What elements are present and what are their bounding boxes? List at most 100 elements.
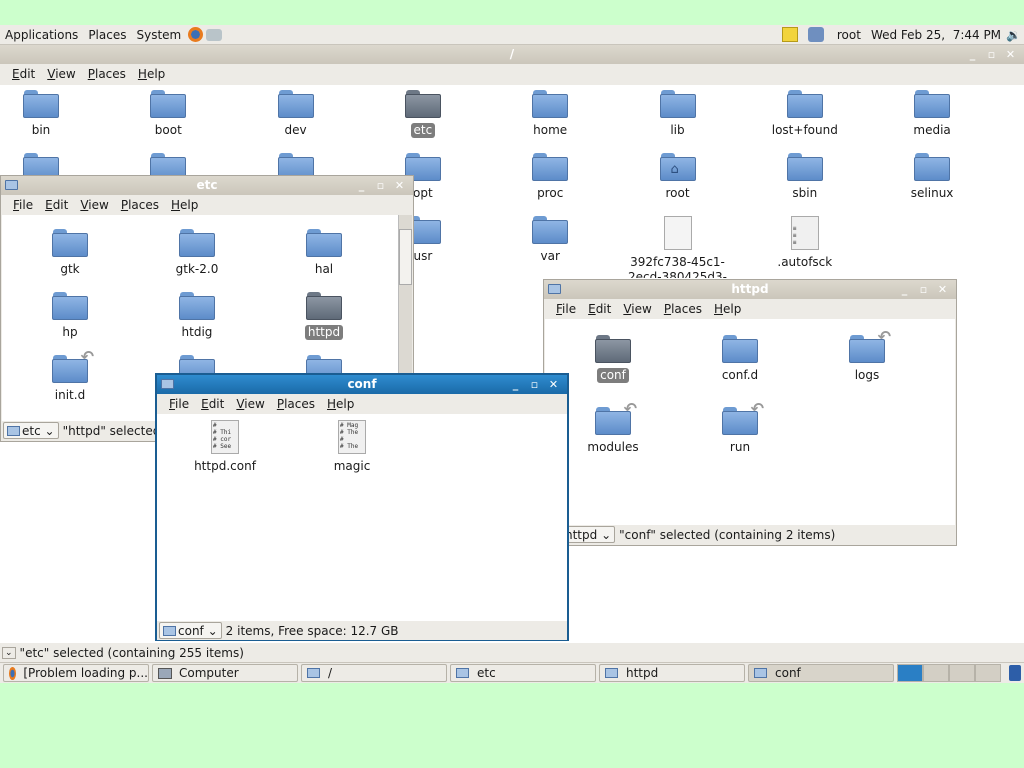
file-item[interactable]: dev	[236, 90, 356, 138]
chevron-down-icon[interactable]: ⌄	[2, 646, 16, 659]
minimize-button[interactable]: _	[352, 177, 371, 194]
menu-places[interactable]: Places	[115, 198, 165, 212]
workspace-1[interactable]	[897, 664, 923, 682]
file-item[interactable]: ⌂ root	[618, 153, 738, 201]
file-item[interactable]: ↶ logs	[807, 327, 927, 383]
close-button[interactable]: ✕	[544, 376, 563, 393]
close-button[interactable]: ✕	[933, 281, 952, 298]
applications-menu[interactable]: Applications	[0, 28, 83, 42]
menu-help[interactable]: Help	[321, 397, 360, 411]
file-item[interactable]: proc	[490, 153, 610, 201]
places-menu[interactable]: Places	[83, 28, 131, 42]
title-bar[interactable]: httpd _ ▫ ✕	[544, 280, 956, 299]
file-item[interactable]: # Mag # The # # The magic	[292, 420, 412, 474]
file-item[interactable]: lost+found	[745, 90, 865, 138]
network-icon[interactable]	[807, 27, 824, 42]
menu-places[interactable]: Places	[271, 397, 321, 411]
menu-view[interactable]: View	[617, 302, 657, 316]
workspace-2[interactable]	[923, 664, 949, 682]
menu-edit[interactable]: Edit	[6, 67, 41, 81]
file-item[interactable]: httpd	[264, 292, 384, 340]
status-bar: httpd ⌄ "conf" selected (containing 2 it…	[544, 525, 956, 544]
menu-help[interactable]: Help	[132, 67, 171, 81]
title-bar[interactable]: / _ ▫ ✕	[0, 45, 1024, 64]
menu-file[interactable]: File	[7, 198, 39, 212]
task-button[interactable]: [Problem loading p...	[3, 664, 149, 682]
menu-edit[interactable]: Edit	[39, 198, 74, 212]
maximize-button[interactable]: ▫	[525, 376, 544, 393]
file-item[interactable]: conf.d	[680, 335, 800, 383]
file-item[interactable]: ↶ run	[680, 399, 800, 455]
menu-edit[interactable]: Edit	[195, 397, 230, 411]
file-item[interactable]: gtk-2.0	[137, 229, 257, 277]
title-bar[interactable]: etc _ ▫ ✕	[1, 176, 413, 195]
file-item[interactable]: # # Thi # cor # See httpd.conf	[165, 420, 285, 474]
location-dropdown[interactable]: etc ⌄	[3, 422, 59, 439]
maximize-button[interactable]: ▫	[914, 281, 933, 298]
folder-icon	[150, 90, 187, 118]
maximize-button[interactable]: ▫	[371, 177, 390, 194]
firefox-icon[interactable]	[188, 27, 204, 42]
file-item[interactable]: var	[490, 216, 610, 264]
file-item[interactable]: home	[490, 90, 610, 138]
file-item[interactable]: sbin	[745, 153, 865, 201]
minimize-button[interactable]: _	[506, 376, 525, 393]
file-label: var	[540, 249, 560, 263]
minimize-button[interactable]: _	[963, 46, 982, 63]
menu-file[interactable]: File	[550, 302, 582, 316]
folder-icon	[179, 229, 215, 257]
file-label: .autofsck	[777, 255, 833, 269]
menu-places[interactable]: Places	[658, 302, 708, 316]
task-button[interactable]: /	[301, 664, 447, 682]
file-item[interactable]: hal	[264, 229, 384, 277]
file-item[interactable]: ↶ modules	[553, 399, 673, 455]
menu-help[interactable]: Help	[708, 302, 747, 316]
task-button[interactable]: conf	[748, 664, 894, 682]
file-view[interactable]: # # Thi # cor # See httpd.conf # Mag # The # # T…	[157, 414, 567, 621]
notes-icon[interactable]	[781, 27, 798, 42]
file-item[interactable]: 392fc738-45c1-2ecd-380425d3-	[623, 216, 733, 278]
workspace-switcher[interactable]	[897, 664, 1001, 682]
task-button[interactable]: httpd	[599, 664, 745, 682]
volume-icon[interactable]: 🔉	[1006, 28, 1021, 42]
location-dropdown[interactable]: conf ⌄	[159, 622, 222, 639]
trash-icon[interactable]	[1009, 665, 1021, 681]
file-item[interactable]: etc	[363, 90, 483, 138]
file-label: run	[729, 440, 751, 454]
menu-edit[interactable]: Edit	[582, 302, 617, 316]
close-button[interactable]: ✕	[1001, 46, 1020, 63]
clock[interactable]: Wed Feb 25, 7:44 PM	[866, 28, 1006, 42]
file-item[interactable]: hp	[10, 292, 130, 340]
task-label: conf	[775, 666, 801, 680]
file-item[interactable]: conf	[553, 335, 673, 383]
task-button[interactable]: Computer	[152, 664, 298, 682]
file-item[interactable]: boot	[108, 90, 228, 138]
minimize-button[interactable]: _	[895, 281, 914, 298]
workspace-3[interactable]	[949, 664, 975, 682]
network-config-icon[interactable]	[206, 28, 223, 41]
menu-places[interactable]: Places	[82, 67, 132, 81]
file-item[interactable]: ≡ ≡ ≡ .autofsck	[745, 216, 865, 270]
menu-view[interactable]: View	[74, 198, 114, 212]
title-bar[interactable]: conf _ ▫ ✕	[157, 375, 567, 394]
file-item[interactable]: htdig	[137, 292, 257, 340]
menu-view[interactable]: View	[230, 397, 270, 411]
system-menu[interactable]: System	[131, 28, 186, 42]
file-label: gtk-2.0	[175, 262, 219, 276]
menu-view[interactable]: View	[41, 67, 81, 81]
file-item[interactable]: lib	[618, 90, 738, 138]
task-button[interactable]: etc	[450, 664, 596, 682]
maximize-button[interactable]: ▫	[982, 46, 1001, 63]
taskbar: [Problem loading p... Computer / etc httpd co…	[0, 662, 1024, 683]
file-item[interactable]: gtk	[10, 229, 130, 277]
folder-icon	[7, 425, 20, 436]
file-item[interactable]: media	[872, 90, 992, 138]
file-view[interactable]: conf conf.d ↶ logs ↶ modules ↶ run	[545, 319, 955, 525]
menu-file[interactable]: File	[163, 397, 195, 411]
file-item[interactable]: selinux	[872, 153, 992, 201]
close-button[interactable]: ✕	[390, 177, 409, 194]
file-item[interactable]: ↶ init.d	[10, 347, 130, 403]
workspace-4[interactable]	[975, 664, 1001, 682]
menu-help[interactable]: Help	[165, 198, 204, 212]
file-item[interactable]: bin	[0, 90, 101, 138]
